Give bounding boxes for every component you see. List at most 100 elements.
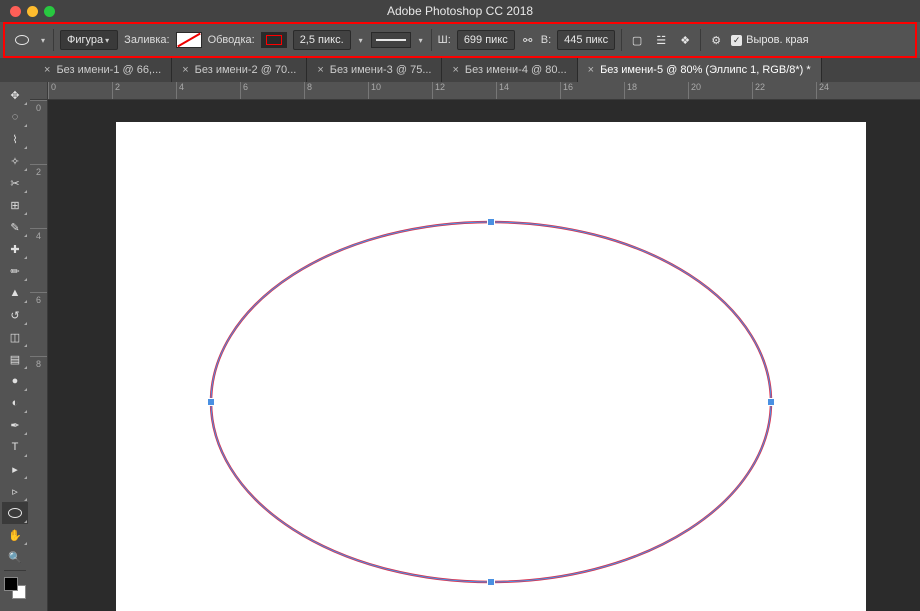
- transform-handle-bottom[interactable]: [487, 578, 495, 586]
- healing-tool[interactable]: ✚: [2, 238, 28, 260]
- document-canvas[interactable]: [116, 122, 866, 611]
- blur-tool[interactable]: ●: [2, 370, 28, 392]
- path-alignment-button[interactable]: ☱: [652, 31, 670, 49]
- ruler-tick: 8: [30, 356, 47, 420]
- height-value: 445 пикс: [564, 34, 608, 46]
- toolbox: ✥ ◌ ⌇ ✧ ✂ ⊞ ✎ ✚ ✏ ▲ ↺ ◫ ▤ ● ◐ ✒ T ▸ ▹ ✋ …: [0, 82, 30, 611]
- separator: [4, 570, 26, 571]
- align-edges-label: Выров. края: [746, 34, 808, 46]
- document-tab[interactable]: × Без имени-1 @ 66,...: [34, 58, 172, 82]
- chevron-down-icon[interactable]: ▾: [357, 36, 365, 45]
- maximize-icon[interactable]: [44, 6, 55, 17]
- shape-mode-label: Фигура: [67, 34, 103, 46]
- ruler-tick: 20: [688, 82, 752, 99]
- close-tab-icon[interactable]: ×: [182, 64, 188, 76]
- stroke-swatch[interactable]: [261, 32, 287, 48]
- transform-handle-right[interactable]: [767, 398, 775, 406]
- ruler-tick: 16: [560, 82, 624, 99]
- path-operations-button[interactable]: ▢: [628, 31, 646, 49]
- close-tab-icon[interactable]: ×: [452, 64, 458, 76]
- minimize-icon[interactable]: [27, 6, 38, 17]
- tab-label: Без имени-1 @ 66,...: [56, 64, 161, 76]
- hand-tool[interactable]: ✋: [2, 524, 28, 546]
- close-icon[interactable]: [10, 6, 21, 17]
- shape-mode-dropdown[interactable]: Фигура ▾: [60, 30, 118, 50]
- ruler-tick: 0: [48, 82, 112, 99]
- brush-tool[interactable]: ✏: [2, 260, 28, 282]
- separator: [53, 29, 54, 51]
- gradient-tool[interactable]: ▤: [2, 348, 28, 370]
- lasso-tool[interactable]: ⌇: [2, 128, 28, 150]
- options-bar: ▾ Фигура ▾ Заливка: Обводка: 2,5 пикс. ▾…: [5, 24, 915, 56]
- zoom-tool[interactable]: 🔍: [2, 546, 28, 568]
- stroke-width-input[interactable]: 2,5 пикс.: [293, 30, 351, 50]
- ruler-tick: 2: [30, 164, 47, 228]
- ellipse-icon: [15, 35, 29, 45]
- close-tab-icon[interactable]: ×: [44, 64, 50, 76]
- work-area: ✥ ◌ ⌇ ✧ ✂ ⊞ ✎ ✚ ✏ ▲ ↺ ◫ ▤ ● ◐ ✒ T ▸ ▹ ✋ …: [0, 82, 920, 611]
- color-swatches[interactable]: [4, 577, 26, 599]
- canvas-area: 0 2 4 6 8 10 12 14 16 18 20 22 24 0 2 4 …: [30, 82, 920, 611]
- stroke-style-dropdown[interactable]: [371, 32, 411, 48]
- eyedropper-tool[interactable]: ✎: [2, 216, 28, 238]
- window-controls: [0, 6, 55, 17]
- transform-handle-left[interactable]: [207, 398, 215, 406]
- width-value: 699 пикс: [464, 34, 508, 46]
- direct-selection-tool[interactable]: ▹: [2, 480, 28, 502]
- dodge-tool[interactable]: ◐: [2, 392, 28, 414]
- fill-swatch[interactable]: [176, 32, 202, 48]
- tab-label: Без имени-4 @ 80...: [465, 64, 567, 76]
- ruler-tick: 4: [176, 82, 240, 99]
- magic-wand-tool[interactable]: ✧: [2, 150, 28, 172]
- ruler-corner: [30, 82, 48, 100]
- height-label: В:: [541, 34, 551, 46]
- type-tool[interactable]: T: [2, 436, 28, 458]
- width-label: Ш:: [438, 34, 451, 46]
- active-tool-icon[interactable]: [11, 31, 33, 49]
- ruler-tick: 0: [30, 100, 47, 164]
- path-arrangement-button[interactable]: ❖: [676, 31, 694, 49]
- app-title: Adobe Photoshop CC 2018: [0, 4, 920, 18]
- foreground-color-swatch[interactable]: [4, 577, 18, 591]
- ruler-tick: 4: [30, 228, 47, 292]
- document-tab[interactable]: × Без имени-5 @ 80% (Эллипс 1, RGB/8*) *: [578, 58, 822, 82]
- horizontal-ruler[interactable]: 0 2 4 6 8 10 12 14 16 18 20 22 24: [48, 82, 920, 100]
- shape-ellipse[interactable]: [116, 122, 866, 611]
- path-selection-tool[interactable]: ▸: [2, 458, 28, 480]
- ruler-tick: 12: [432, 82, 496, 99]
- document-tabstrip: × Без имени-1 @ 66,... × Без имени-2 @ 70.…: [0, 58, 920, 82]
- move-tool[interactable]: ✥: [2, 84, 28, 106]
- history-brush-tool[interactable]: ↺: [2, 304, 28, 326]
- marquee-tool[interactable]: ◌: [2, 106, 28, 128]
- close-tab-icon[interactable]: ×: [317, 64, 323, 76]
- stamp-tool[interactable]: ▲: [2, 282, 28, 304]
- link-icon[interactable]: ⚯: [521, 34, 535, 47]
- ruler-tick: 2: [112, 82, 176, 99]
- tool-preset-dropdown[interactable]: ▾: [39, 36, 47, 45]
- width-input[interactable]: 699 пикс: [457, 30, 515, 50]
- separator: [700, 29, 701, 51]
- document-tab[interactable]: × Без имени-4 @ 80...: [442, 58, 577, 82]
- separator: [621, 29, 622, 51]
- pen-tool[interactable]: ✒: [2, 414, 28, 436]
- crop-tool[interactable]: ✂: [2, 172, 28, 194]
- checkbox-icon: ✓: [731, 35, 742, 46]
- chevron-down-icon[interactable]: ▾: [417, 36, 425, 45]
- document-tab[interactable]: ×Без имени-3 @ 75...: [307, 58, 442, 82]
- align-edges-checkbox[interactable]: ✓ Выров. края: [731, 34, 808, 46]
- gear-icon[interactable]: ⚙: [707, 31, 725, 49]
- ruler-tick: 14: [496, 82, 560, 99]
- eraser-tool[interactable]: ◫: [2, 326, 28, 348]
- tab-label: Без имени-5 @ 80% (Эллипс 1, RGB/8*) *: [600, 64, 811, 76]
- ruler-tick: 10: [368, 82, 432, 99]
- ruler-tick: 6: [240, 82, 304, 99]
- close-tab-icon[interactable]: ×: [588, 64, 594, 76]
- height-input[interactable]: 445 пикс: [557, 30, 615, 50]
- transform-handle-top[interactable]: [487, 218, 495, 226]
- ellipse-tool[interactable]: [2, 502, 28, 524]
- ruler-tick: 8: [304, 82, 368, 99]
- document-tab[interactable]: × Без имени-2 @ 70...: [172, 58, 307, 82]
- vertical-ruler[interactable]: 0 2 4 6 8: [30, 100, 48, 611]
- frame-tool[interactable]: ⊞: [2, 194, 28, 216]
- tab-label: Без имени-2 @ 70...: [195, 64, 297, 76]
